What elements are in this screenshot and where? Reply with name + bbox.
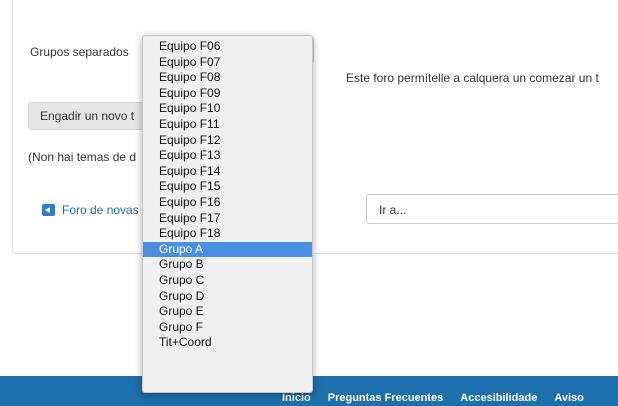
group-mode-label: Grupos separados (30, 45, 129, 59)
dropdown-option[interactable]: Grupo A (143, 241, 312, 258)
footer-link[interactable]: Accesibilidade (460, 392, 537, 404)
dropdown-option[interactable]: Equipo F06 (143, 39, 312, 55)
dropdown-option[interactable]: Equipo F18 (143, 226, 312, 242)
dropdown-option[interactable]: Equipo F12 (143, 133, 312, 149)
dropdown-option[interactable]: Tit+Coord (143, 335, 312, 351)
dropdown-option[interactable]: Grupo F (143, 320, 312, 336)
jump-to-select[interactable]: Ir a... (366, 194, 618, 224)
dropdown-option[interactable]: Grupo C (143, 273, 312, 289)
footer-link[interactable]: Inicio (282, 392, 311, 404)
dropdown-option[interactable]: Equipo F07 (143, 55, 312, 71)
group-dropdown-list: Equipo F06 Equipo F07 Equipo F08 Equipo F09… (142, 35, 313, 393)
dropdown-option[interactable]: Grupo B (143, 257, 312, 273)
dropdown-option[interactable]: Equipo F08 (143, 70, 312, 86)
news-forum-link-label: Foro de novas (62, 203, 139, 217)
dropdown-option[interactable]: Grupo E (143, 304, 312, 320)
add-topic-button[interactable]: Engadir un novo t (28, 102, 158, 130)
dropdown-option[interactable]: Equipo F10 (143, 101, 312, 117)
forum-intro-text: Este foro permítelle a calquera un comez… (346, 71, 599, 85)
dropdown-option[interactable]: Equipo F14 (143, 164, 312, 180)
dropdown-option[interactable]: Equipo F17 (143, 211, 312, 227)
footer-links: Inicio Preguntas Frecuentes Accesibilidade… (282, 392, 601, 404)
dropdown-option[interactable]: Equipo F09 (143, 86, 312, 102)
dropdown-option[interactable]: Equipo F11 (143, 117, 312, 133)
dropdown-option[interactable]: Equipo F16 (143, 195, 312, 211)
dropdown-option[interactable]: Equipo F15 (143, 179, 312, 195)
no-topics-text: (Non hai temas de d (28, 150, 137, 164)
arrow-left-icon (42, 204, 55, 216)
news-forum-link[interactable]: Foro de novas (42, 203, 146, 217)
dropdown-option[interactable]: Grupo D (143, 289, 312, 305)
page: Grupos separados Este foro permítelle a … (0, 0, 618, 406)
dropdown-option[interactable]: Equipo F13 (143, 148, 312, 164)
footer-link[interactable]: Aviso (554, 392, 584, 404)
footer-link[interactable]: Preguntas Frecuentes (328, 392, 444, 404)
